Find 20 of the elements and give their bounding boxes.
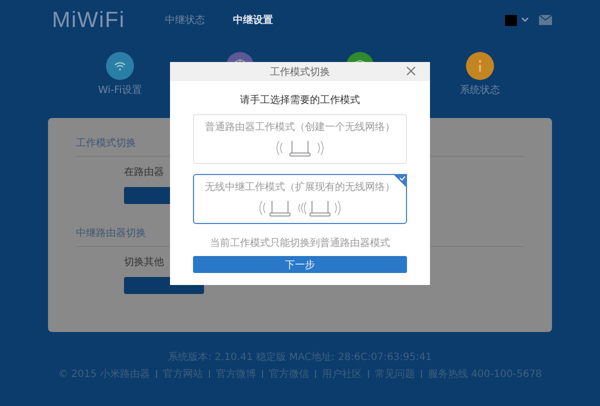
shortcut-circle[interactable] [106,52,134,80]
shortcut-circle[interactable] [466,52,494,80]
check-corner-icon [393,174,407,188]
info-icon [478,60,482,72]
nav-tab[interactable]: 中继状态 [165,13,206,27]
chevron-down-icon[interactable] [521,17,529,23]
shortcut-label: 系统状态 [460,84,500,97]
dialog-prompt: 请手工选择需要的工作模式 [240,94,360,107]
dialog-title: 工作模式切换 [270,66,330,78]
section-text: 切换其他 [124,256,164,269]
next-button[interactable]: 下一步 [193,256,407,273]
section-text: 在路由器 [124,166,164,179]
mail-icon[interactable] [539,15,552,25]
shortcut-label: Wi-Fi设置 [98,84,142,97]
mode-option[interactable]: 无线中继工作模式（扩展现有的无线网络） [193,174,407,224]
mode-option[interactable]: 普通路由器工作模式（创建一个无线网络） [193,114,407,164]
dialog-note: 当前工作模式只能切换到普通路由器模式 [210,236,390,250]
nav-tab[interactable]: 中继设置 [233,13,274,27]
logo: MiWiFi [52,7,126,33]
close-icon[interactable] [406,66,416,76]
